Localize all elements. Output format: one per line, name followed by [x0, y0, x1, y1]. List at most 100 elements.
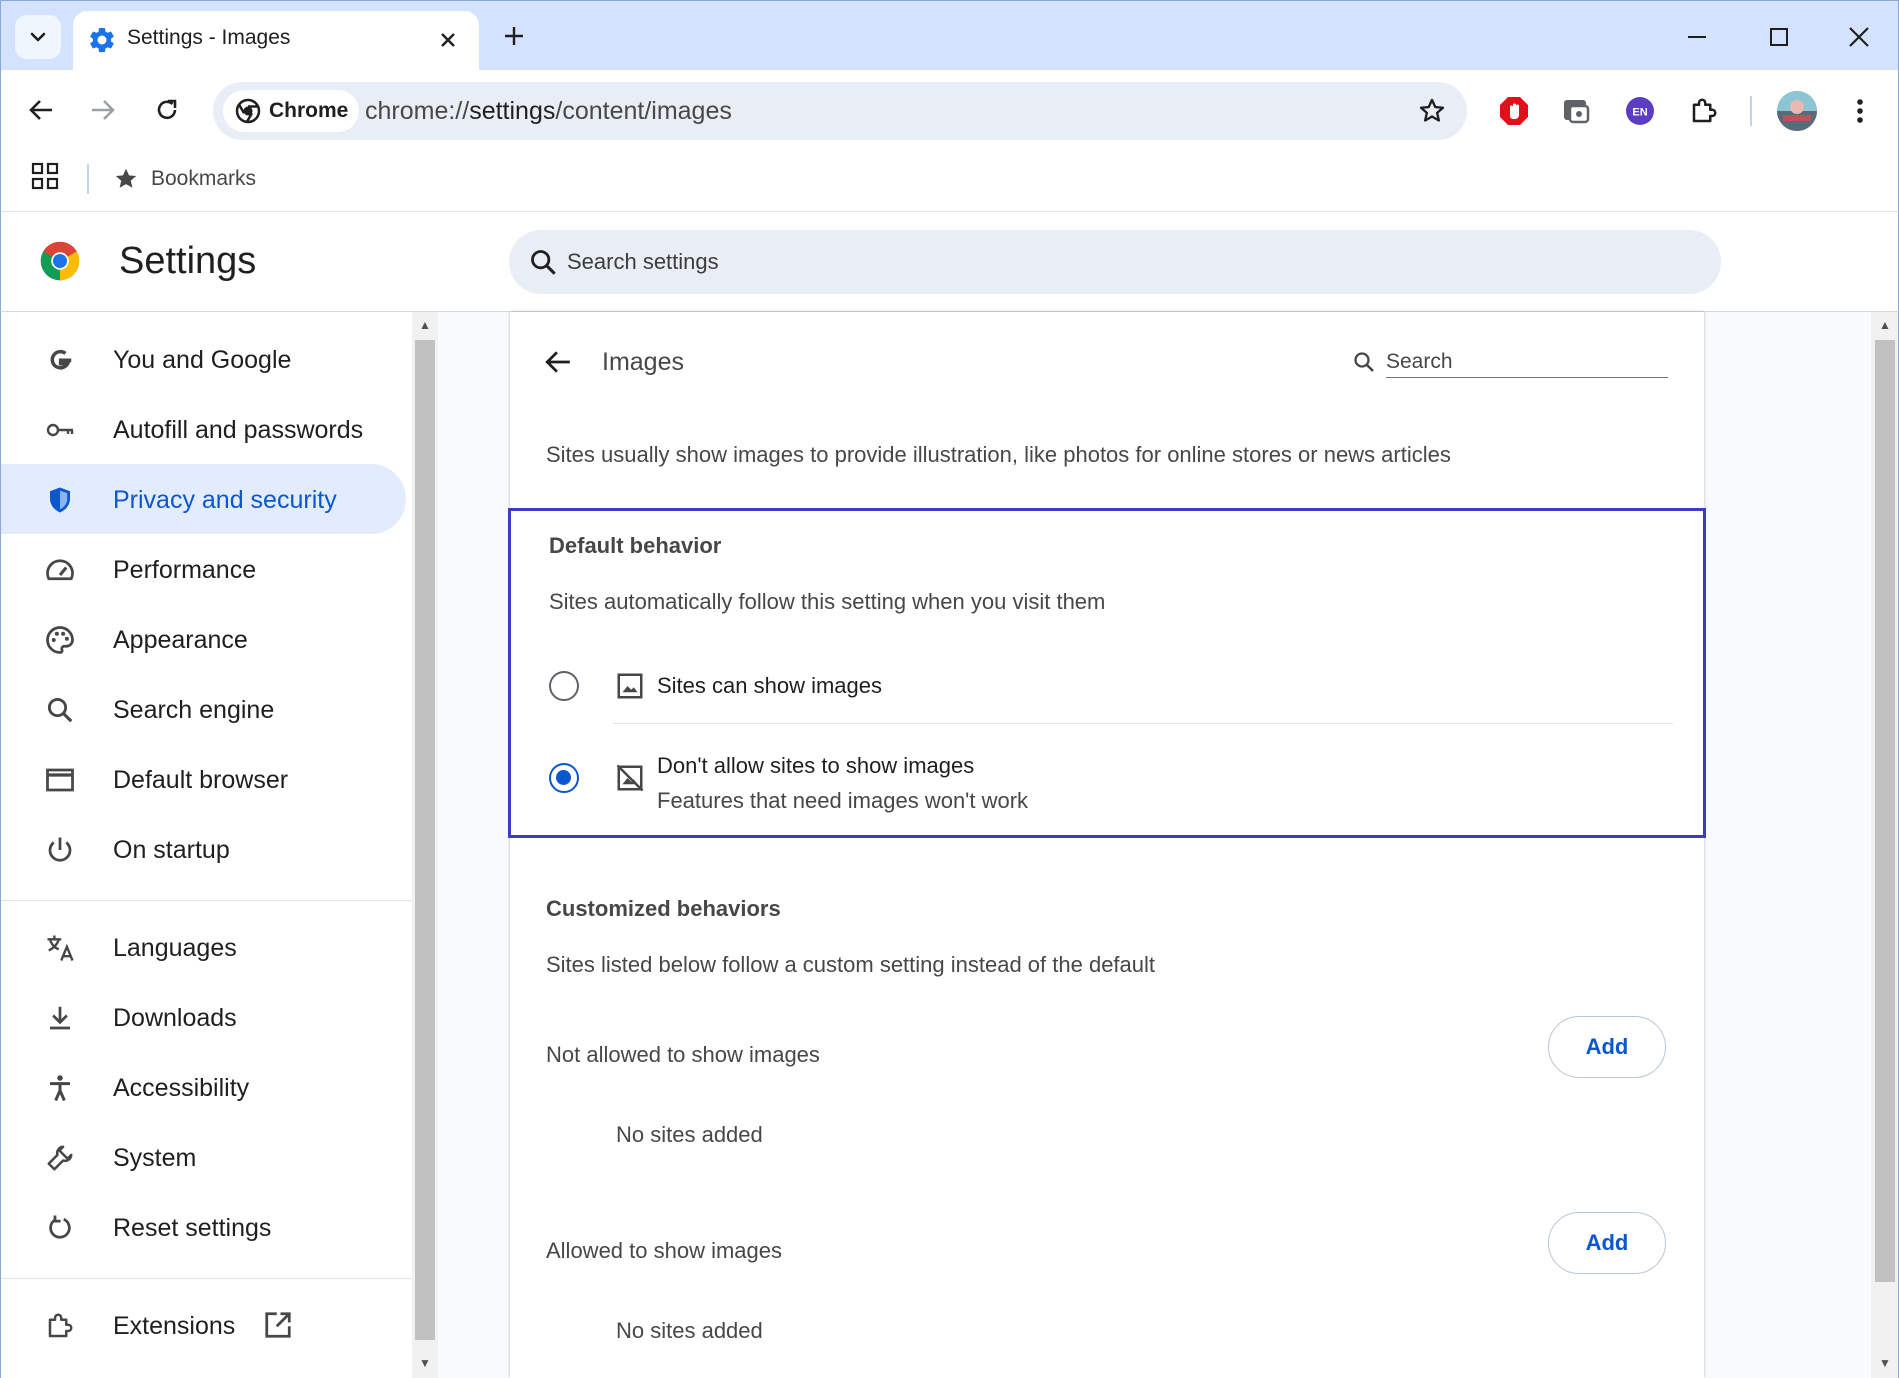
sidebar-item-performance[interactable]: Performance [1, 534, 406, 604]
bookmark-star-button[interactable] [1411, 90, 1453, 132]
sidebar-item-privacy[interactable]: Privacy and security [1, 464, 406, 534]
profile-avatar[interactable] [1777, 91, 1817, 131]
translate-icon [47, 935, 74, 961]
sidebar-item-label: Downloads [113, 1004, 237, 1032]
chip-label: Chrome [269, 99, 349, 122]
arrow-right-icon [92, 100, 115, 120]
scroll-up-arrow[interactable]: ▲ [418, 318, 432, 332]
customized-behaviors-subtitle: Sites listed below follow a custom setti… [546, 952, 1156, 977]
chrome-logo-icon [235, 98, 261, 124]
minimize-button[interactable] [1675, 15, 1719, 59]
browser-toolbar: Chrome chrome://settings/content/images … [0, 70, 1899, 150]
sidebar-item-autofill[interactable]: Autofill and passwords [1, 394, 406, 464]
sidebar-item-default-browser[interactable]: Default browser [1, 744, 406, 814]
bookmarks-folder[interactable]: Bookmarks [113, 162, 256, 196]
page-search-input[interactable] [1386, 346, 1668, 378]
new-tab-button[interactable] [495, 17, 533, 55]
sidebar-item-you-and-google[interactable]: You and Google [1, 324, 406, 394]
url-scheme: chrome:// [365, 97, 470, 125]
tab-strip: Settings - Images [0, 0, 1899, 71]
sidebar-item-languages[interactable]: Languages [1, 912, 406, 982]
adblock-icon [1500, 97, 1528, 125]
main-scrollbar[interactable]: ▲ ▼ [1871, 312, 1899, 1378]
sidebar-item-search-engine[interactable]: Search engine [1, 674, 406, 744]
scroll-up-arrow[interactable]: ▲ [1878, 318, 1892, 332]
search-icon [47, 697, 73, 723]
sidebar-item-system[interactable]: System [1, 1122, 406, 1192]
sidebar-scrollbar[interactable]: ▲ ▼ [412, 312, 438, 1378]
radio-option-block[interactable]: Don't allow sites to show images Feature… [511, 725, 1703, 835]
reset-icon [49, 1215, 71, 1239]
language-extension-button[interactable]: EN [1619, 90, 1661, 132]
sidebar-item-label: You and Google [113, 346, 292, 374]
en-translate-icon: EN [1626, 97, 1654, 125]
chrome-menu-button[interactable] [1839, 90, 1881, 132]
bookmarks-bar: Bookmarks [0, 150, 1899, 212]
wrench-icon [47, 1145, 73, 1171]
sidebar-item-on-startup[interactable]: On startup [1, 814, 406, 884]
maximize-button[interactable] [1757, 15, 1801, 59]
site-info-chip[interactable]: Chrome [223, 90, 359, 132]
open-in-new-icon [265, 1312, 291, 1338]
tab-close-button[interactable] [433, 25, 463, 55]
tab-search-button[interactable] [15, 15, 61, 59]
scrollbar-thumb[interactable] [1875, 340, 1895, 1282]
option-divider [613, 723, 1673, 724]
sidebar-divider [1, 1278, 413, 1279]
more-vertical-icon [1857, 99, 1863, 123]
close-window-button[interactable] [1837, 15, 1881, 59]
sidebar-item-label: Extensions [113, 1312, 236, 1340]
images-settings-card: Images Sites usually show images to prov… [508, 312, 1706, 1378]
sidebar-item-label: Accessibility [113, 1074, 250, 1102]
forward-button[interactable] [81, 88, 125, 132]
close-icon [441, 33, 455, 47]
arrow-left-icon [29, 100, 52, 120]
extensions-menu-button[interactable] [1683, 90, 1725, 132]
star-outline-icon [1419, 98, 1445, 122]
scrollbar-thumb[interactable] [415, 340, 435, 1340]
toolbar-separator [1750, 96, 1752, 126]
add-not-allowed-button[interactable]: Add [1548, 1016, 1666, 1078]
accessibility-icon [50, 1075, 70, 1102]
url-text[interactable]: chrome://settings/content/images [365, 97, 732, 126]
allowed-empty-text: No sites added [616, 1318, 763, 1343]
default-behavior-subtitle: Sites automatically follow this setting … [549, 589, 1106, 614]
search-icon [531, 250, 556, 275]
search-icon [1354, 352, 1374, 372]
radio-block-label: Don't allow sites to show images [657, 753, 975, 778]
active-tab[interactable]: Settings - Images [73, 11, 479, 71]
add-allowed-button[interactable]: Add [1548, 1212, 1666, 1274]
radio-block-images[interactable] [549, 763, 579, 793]
page-search-box[interactable] [1352, 342, 1668, 382]
power-icon [48, 837, 72, 862]
back-button[interactable] [19, 88, 63, 132]
sidebar-item-label: On startup [113, 836, 230, 864]
settings-title: Settings [119, 240, 257, 282]
reader-extension-icon [1564, 100, 1590, 124]
address-bar[interactable]: Chrome chrome://settings/content/images [213, 82, 1467, 140]
apps-button[interactable] [31, 162, 65, 196]
reload-button[interactable] [145, 88, 189, 132]
download-icon [50, 1006, 70, 1030]
bookmarks-separator [87, 164, 89, 194]
speedometer-icon [46, 559, 74, 581]
sidebar-item-extensions[interactable]: Extensions [1, 1290, 406, 1360]
avatar-icon [1777, 91, 1817, 131]
reader-extension-button[interactable] [1555, 90, 1597, 132]
chrome-logo-icon [40, 241, 80, 281]
bookmarks-label: Bookmarks [151, 167, 257, 190]
sidebar-item-reset-settings[interactable]: Reset settings [1, 1192, 406, 1262]
back-arrow-button[interactable] [538, 342, 578, 382]
search-settings-input[interactable] [567, 242, 1667, 282]
sidebar-item-downloads[interactable]: Downloads [1, 982, 406, 1052]
radio-allow-images[interactable] [549, 671, 579, 701]
sidebar-item-accessibility[interactable]: Accessibility [1, 1052, 406, 1122]
scroll-down-arrow[interactable]: ▼ [418, 1356, 432, 1370]
scroll-down-arrow[interactable]: ▼ [1878, 1356, 1892, 1370]
search-settings-box[interactable] [509, 230, 1721, 294]
sidebar-item-label: Languages [113, 934, 237, 962]
adblock-extension-button[interactable] [1493, 90, 1535, 132]
radio-option-allow[interactable]: Sites can show images [511, 647, 1703, 723]
palette-icon [46, 626, 74, 654]
sidebar-item-appearance[interactable]: Appearance [1, 604, 406, 674]
